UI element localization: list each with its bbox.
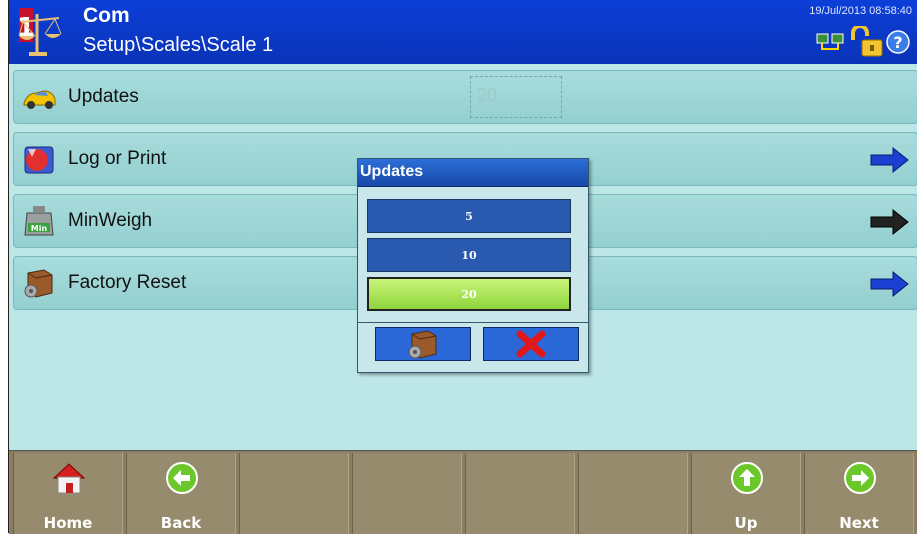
- car-icon: [23, 90, 56, 109]
- up-arrow-icon: [731, 462, 763, 494]
- minweigh-icon: Min: [24, 206, 54, 236]
- menu-row-updates[interactable]: Updates 20: [13, 70, 917, 124]
- svg-text:Min: Min: [31, 224, 48, 233]
- up-softkey[interactable]: Up: [691, 453, 801, 534]
- option-5[interactable]: 5: [367, 199, 571, 233]
- back-softkey[interactable]: Back: [126, 453, 236, 534]
- next-arrow-icon: [844, 462, 876, 494]
- updates-dialog: Updates 5 10 20: [357, 158, 589, 373]
- softkey-label: Up: [734, 514, 758, 532]
- softkey-bar: Home Back Up Next: [9, 450, 917, 534]
- unlocked-padlock-icon[interactable]: [848, 26, 884, 58]
- svg-text:?: ?: [893, 33, 902, 52]
- breadcrumb: Setup\Scales\Scale 1: [83, 34, 274, 56]
- softkey-empty[interactable]: [465, 453, 575, 534]
- option-20-selected[interactable]: 20: [367, 277, 571, 311]
- updates-value-field[interactable]: 20: [470, 76, 562, 118]
- next-softkey[interactable]: Next: [804, 453, 914, 534]
- factory-reset-icon: [24, 269, 53, 298]
- softkey-label: Next: [839, 514, 879, 532]
- softkey-label: Home: [43, 514, 93, 532]
- menu-item-label: Log or Print: [68, 148, 167, 169]
- home-icon: [52, 463, 86, 494]
- header-bar: 1 Com Setup\Scales\Scale 1 19/Jul/2013 0…: [9, 0, 917, 64]
- scale-balance-icon: 1: [17, 8, 62, 56]
- cancel-button[interactable]: [483, 327, 579, 361]
- log-print-icon: [24, 146, 54, 174]
- terminal-screen: 1 Com Setup\Scales\Scale 1 19/Jul/2013 0…: [8, 0, 917, 534]
- menu-item-label: Updates: [68, 86, 139, 107]
- reset-box-icon: [408, 330, 437, 359]
- dialog-title: Updates: [358, 159, 588, 187]
- home-softkey[interactable]: Home: [13, 453, 123, 534]
- softkey-empty[interactable]: [239, 453, 349, 534]
- option-10[interactable]: 10: [367, 238, 571, 272]
- cancel-x-icon: [516, 330, 546, 358]
- right-arrow-icon[interactable]: [869, 271, 909, 297]
- divider: [358, 322, 588, 323]
- back-arrow-icon: [166, 462, 198, 494]
- status-icons: ?: [816, 26, 910, 58]
- menu-item-label: Factory Reset: [68, 272, 187, 293]
- network-icon: [816, 33, 844, 50]
- ok-button[interactable]: [375, 327, 471, 361]
- softkey-empty[interactable]: [352, 453, 462, 534]
- menu-item-label: MinWeigh: [68, 210, 153, 231]
- timestamp: 19/Jul/2013 08:58:40: [809, 5, 912, 17]
- help-icon[interactable]: ?: [886, 30, 910, 54]
- softkey-empty[interactable]: [578, 453, 688, 534]
- right-arrow-icon[interactable]: [869, 147, 909, 173]
- right-arrow-icon[interactable]: [869, 209, 909, 235]
- page-title: Com: [83, 4, 130, 27]
- softkey-label: Back: [160, 514, 202, 532]
